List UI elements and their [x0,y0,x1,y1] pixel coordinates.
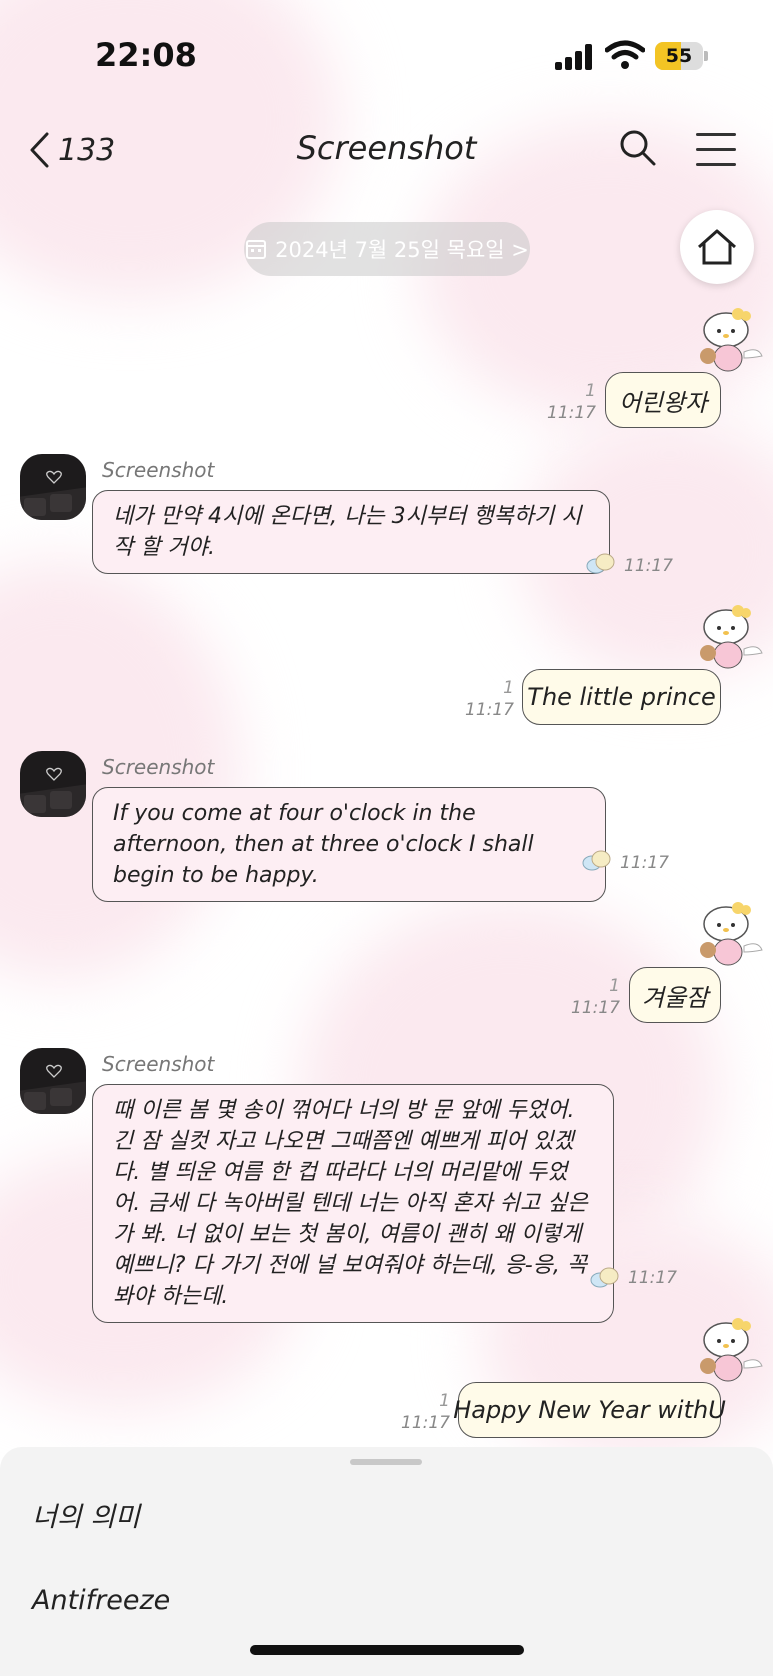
bottom-sheet: 너의 의미 Antifreeze [0,1447,773,1676]
hello-kitty-sticker-icon [700,1318,763,1382]
read-count: 1 [503,678,514,698]
cloud-decoration-icon [590,1267,619,1288]
home-button[interactable] [680,210,754,284]
incoming-message-bubble[interactable]: 때 이른 봄 몇 송이 꺾어다 너의 방 문 앞에 두었어. 긴 잠 실컷 자고… [92,1084,614,1323]
message-meta: 1 11:17 [448,677,514,721]
message-time: 11:17 [571,998,620,1018]
read-count: 1 [609,976,620,996]
hello-kitty-sticker-icon [700,902,763,966]
heart-icon [46,470,62,484]
heart-icon [46,1064,62,1078]
message-time: 11:17 [624,556,673,576]
message-list: 1 11:17 어린왕자 Screenshot 네가 만약 4시에 온다면, 나… [0,0,773,1676]
message-meta: 1 11:17 [530,380,596,424]
avatar[interactable] [20,751,86,817]
hello-kitty-sticker-icon [700,605,763,669]
sender-name: Screenshot [102,1052,215,1076]
home-icon [698,229,736,265]
sender-name: Screenshot [102,755,215,779]
outgoing-message-bubble[interactable]: 겨울잠 [629,967,721,1023]
home-indicator[interactable] [250,1645,524,1655]
outgoing-message-bubble[interactable]: Happy New Year withU [453,1382,726,1438]
message-time: 11:17 [401,1413,450,1433]
heart-icon [46,767,62,781]
sender-name: Screenshot [102,458,215,482]
avatar[interactable] [20,454,86,520]
message-meta: 1 11:17 [554,975,620,1019]
message-time: 11:17 [547,403,596,423]
outgoing-message-bubble[interactable]: 어린왕자 [605,372,721,428]
message-time: 11:17 [465,700,514,720]
avatar[interactable] [20,1048,86,1114]
message-meta: 1 11:17 [384,1390,450,1434]
read-count: 1 [585,381,596,401]
sheet-grab-handle[interactable] [350,1459,422,1465]
incoming-message-bubble[interactable]: If you come at four o'clock in the after… [92,787,606,902]
cloud-decoration-icon [582,850,611,871]
sheet-item[interactable]: Antifreeze [32,1585,170,1616]
hello-kitty-sticker-icon [700,308,763,372]
read-count: 1 [439,1391,450,1411]
message-time: 11:17 [620,853,669,873]
sheet-item[interactable]: 너의 의미 [32,1495,140,1534]
outgoing-message-bubble[interactable]: The little prince [522,669,721,725]
cloud-decoration-icon [586,553,615,574]
incoming-message-bubble[interactable]: 네가 만약 4시에 온다면, 나는 3시부터 행복하기 시작 할 거야. [92,490,610,574]
message-time: 11:17 [628,1268,677,1288]
